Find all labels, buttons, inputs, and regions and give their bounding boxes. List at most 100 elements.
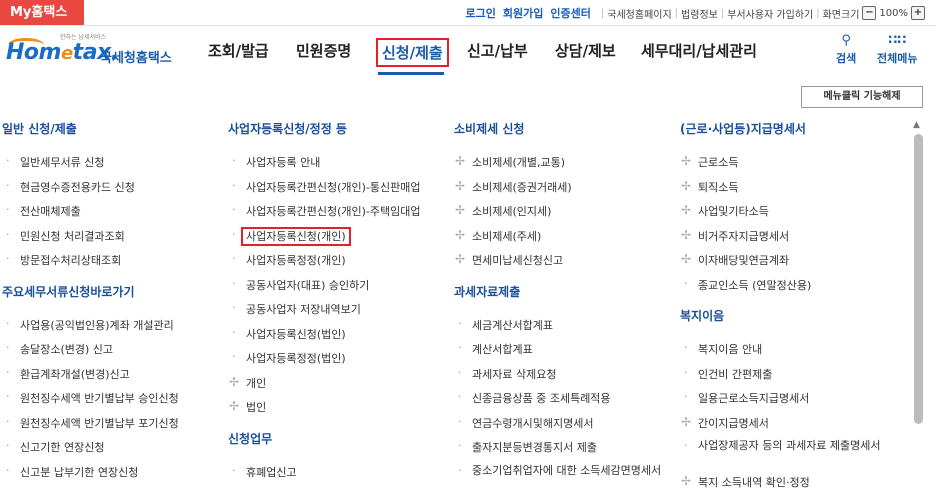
menu-item[interactable]: · 원천징수세액 반기별납부 승인신청 — [2, 390, 179, 415]
menu-item[interactable]: · 휴폐업신고 — [228, 464, 420, 489]
column-title: 복지이음 — [680, 309, 725, 323]
plus-icon: ✢ — [455, 227, 466, 242]
menu-item[interactable]: · 세금계산서합계표 — [454, 317, 672, 342]
column-title: 과세자료제출 — [454, 284, 521, 299]
main-header: 한하는 납세서비스 Hometax. 국세청홈택스 조회/발급 민원증명 신청/… — [0, 26, 936, 78]
menu-list: ✢ 근로소득 ✢ 퇴직소득 ✢ 사업및기타소득 ✢ 비거주자지급명세서 ✢ 이자배당및연금… — [680, 154, 893, 301]
signup-link[interactable]: 회원가입 — [503, 5, 543, 21]
menu-item-expandable[interactable]: ✢ 법인 — [228, 399, 420, 424]
zoom-value: 100% — [879, 7, 908, 19]
menu-item-expandable[interactable]: ✢ 개인 — [228, 375, 420, 400]
menu-item-expandable[interactable]: ✢ 근로소득 — [680, 154, 893, 179]
column-payment-statements: (근로·사업등)지급명세서 ✢ 근로소득 ✢ 퇴직소득 ✢ 사업및기타소득 ✢ 비거주자… — [680, 120, 893, 499]
menu-item[interactable]: · 신고기한 연장신청 — [2, 439, 179, 464]
plus-icon: ✢ — [455, 154, 466, 168]
nts-homepage-link[interactable]: 국세청홈페이지 — [607, 6, 671, 21]
active-nav-underline — [378, 72, 444, 75]
menu-item[interactable]: · 계산서합계표 — [454, 341, 672, 366]
menu-item[interactable]: · 중소기업취업자에 대한 소득세감면명세서 — [454, 464, 672, 489]
menu-item[interactable]: · 민원신청 처리결과조회 — [2, 228, 179, 253]
menu-item[interactable]: · 사업자등록신청(법인) — [228, 326, 420, 351]
menu-item[interactable]: · 일용근로소득지급명세서 — [680, 390, 893, 415]
plus-icon: ✢ — [681, 252, 692, 266]
nav-item-application[interactable]: 신청/제출 — [376, 38, 449, 67]
plus-icon: ✢ — [681, 178, 692, 193]
dept-user-signup-link[interactable]: 부서사용자 가입하기 — [727, 6, 813, 21]
menu-item-expandable[interactable]: ✢ 간이지급명세서 — [680, 415, 893, 440]
nav-item-consult-report[interactable]: 상담/제보 — [555, 40, 616, 61]
nav-item-civil-certificate[interactable]: 민원증명 — [296, 40, 351, 61]
menu-item-expandable[interactable]: ✢ 비거주자지급명세서 — [680, 228, 893, 253]
zoom-out-button[interactable]: − — [862, 6, 877, 20]
law-info-link[interactable]: 법령정보 — [681, 6, 718, 21]
menu-item[interactable]: · 사업장제공자 등의 과세자료 제출명세서 — [680, 439, 893, 474]
menu-item[interactable]: · 신종금융상품 중 조세특례적용 — [454, 390, 672, 415]
scroll-up-arrow-icon[interactable]: ▲ — [913, 120, 920, 130]
menu-item[interactable]: · 사업자등록정정(법인) — [228, 350, 420, 375]
zoom-in-button[interactable]: + — [911, 6, 925, 20]
menu-item[interactable]: · 사업용(공익법인용)계좌 개설관리 — [2, 317, 179, 342]
menu-item[interactable]: · 연금수령개시및해지명세서 — [454, 415, 672, 440]
menu-item[interactable]: · 사업자등록정정(개인) — [228, 252, 420, 277]
top-utility-bar: My홈택스 로그인 회원가입 인증센터 | 국세청홈페이지 | 법령정보 | 부… — [0, 0, 936, 26]
menu-item-expandable[interactable]: ✢ 퇴직소득 — [680, 179, 893, 204]
menu-item-expandable[interactable]: ✢ 소비제세(증권거래세) — [454, 179, 672, 204]
menu-item-highlighted[interactable]: · 사업자등록신청(개인) — [228, 226, 420, 253]
menu-item[interactable]: · 현금영수증전용카드 신청 — [2, 179, 179, 204]
certificate-center-link[interactable]: 인증센터 — [550, 5, 590, 21]
plus-icon: ✢ — [681, 474, 692, 488]
menu-item[interactable]: · 일반세무서류 신청 — [2, 154, 179, 179]
menu-item-expandable[interactable]: ✢ 소비제세(개별,교통) — [454, 154, 672, 179]
column-title: 소비제세 신청 — [454, 122, 525, 136]
menu-item[interactable]: · 전산매체제출 — [2, 203, 179, 228]
plus-icon: ✢ — [681, 154, 692, 168]
menu-item-expandable[interactable]: ✢ 소비제세(주세) — [454, 228, 672, 253]
plus-icon: ✢ — [681, 414, 692, 429]
grid-menu-icon: ∷∷ — [888, 33, 907, 48]
column-business-registration: 사업자등록신청/정정 등 · 사업자등록 안내 · 사업자등록간편신청(개인)-통신… — [228, 120, 420, 488]
plus-icon: ✢ — [681, 203, 692, 217]
menu-item[interactable]: · 공동사업자(대표) 승인하기 — [228, 277, 420, 302]
divider: | — [720, 7, 725, 19]
menu-item-expandable[interactable]: ✢ 소비제세(인지세) — [454, 203, 672, 228]
menu-item[interactable]: · 신고분 납부기한 연장신청 — [2, 464, 179, 489]
search-icon: ⚲ — [841, 33, 851, 48]
my-hometax-button[interactable]: My홈택스 — [0, 0, 84, 25]
menu-item[interactable]: · 종교인소득 (연말정산용) — [680, 277, 893, 302]
full-menu-label: 전체메뉴 — [877, 52, 918, 65]
scrollbar-thumb[interactable] — [914, 134, 923, 424]
menu-item[interactable]: · 환급계좌개설(변경)신고 — [2, 366, 179, 391]
plus-icon: ✢ — [229, 399, 240, 413]
column-consumption-tax: 소비제세 신청 ✢ 소비제세(개별,교통) ✢ 소비제세(증권거래세) ✢ 소비제세(… — [454, 120, 672, 488]
search-button[interactable]: ⚲ 검색 — [836, 34, 856, 66]
login-link[interactable]: 로그인 — [466, 5, 496, 21]
menu-item-expandable[interactable]: ✢ 사업및기타소득 — [680, 203, 893, 228]
menu-list: · 복지이음 안내 · 인건비 간편제출 · 일용근로소득지급명세서 ✢ 간이지급명세서… — [680, 341, 893, 499]
menu-item[interactable]: · 인건비 간편제출 — [680, 366, 893, 391]
menu-item[interactable]: · 원천징수세액 반기별납부 포기신청 — [2, 415, 179, 440]
menu-item[interactable]: · 공동사업자 저장내역보기 — [228, 301, 420, 326]
nav-item-tax-agent[interactable]: 세무대리/납세관리 — [641, 40, 757, 61]
vertical-scrollbar[interactable]: ▲ — [910, 118, 928, 503]
hometax-logo[interactable]: 한하는 납세서비스 Hometax. 국세청홈택스 — [6, 32, 186, 72]
column-title: 신청업무 — [228, 431, 273, 446]
menu-item-expandable[interactable]: ✢ 면세미납세신청신고 — [454, 252, 672, 277]
full-menu-button[interactable]: ∷∷ 전체메뉴 — [877, 34, 917, 66]
menu-item[interactable]: · 출자지분등변경통지서 제출 — [454, 439, 672, 464]
menu-item[interactable]: · 사업자등록 안내 — [228, 154, 420, 179]
plus-icon: ✢ — [455, 203, 466, 217]
nav-item-filing-payment[interactable]: 신고/납부 — [467, 40, 528, 61]
menu-list: ✢ 소비제세(개별,교통) ✢ 소비제세(증권거래세) ✢ 소비제세(인지세) ✢ 소비… — [454, 154, 672, 277]
menu-item[interactable]: · 복지이음 안내 — [680, 341, 893, 366]
divider: | — [674, 7, 679, 19]
menu-item-expandable[interactable]: ✢ 이자배당및연금계좌 — [680, 252, 893, 277]
menu-item[interactable]: · 방문접수처리상태조회 — [2, 252, 179, 277]
menu-click-toggle-button[interactable]: 메뉴클릭 기능해제 — [801, 86, 923, 108]
menu-item[interactable]: · 사업자등록간편신청(개인)-통신판매업 — [228, 179, 420, 204]
menu-list: · 세금계산서합계표 · 계산서합계표 · 과세자료 삭제요청 · 신종금융상품 중 조… — [454, 317, 672, 489]
menu-item[interactable]: · 송달장소(변경) 신고 — [2, 341, 179, 366]
menu-item[interactable]: · 과세자료 삭제요청 — [454, 366, 672, 391]
menu-item[interactable]: · 사업자등록간편신청(개인)-주택임대업 — [228, 203, 420, 228]
nav-item-inquiry[interactable]: 조회/발급 — [208, 40, 269, 61]
menu-item-expandable[interactable]: ✢ 복지 소득내역 확인·정정 — [680, 474, 893, 499]
